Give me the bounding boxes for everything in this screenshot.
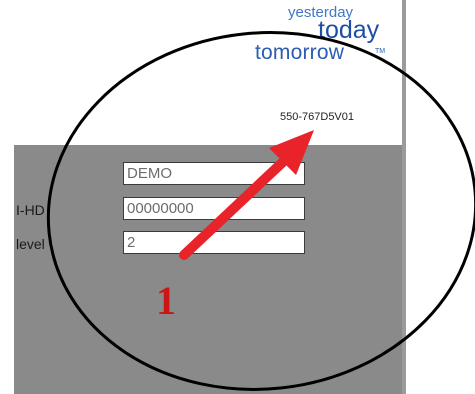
arrow-shaft (179, 155, 290, 260)
annotation-overlay (46, 31, 475, 391)
login-screen: yesterday today tomorrow TM 550-767D5V01… (0, 0, 475, 394)
annotation-marker: 1 (156, 278, 176, 323)
highlight-circle (46, 31, 475, 391)
